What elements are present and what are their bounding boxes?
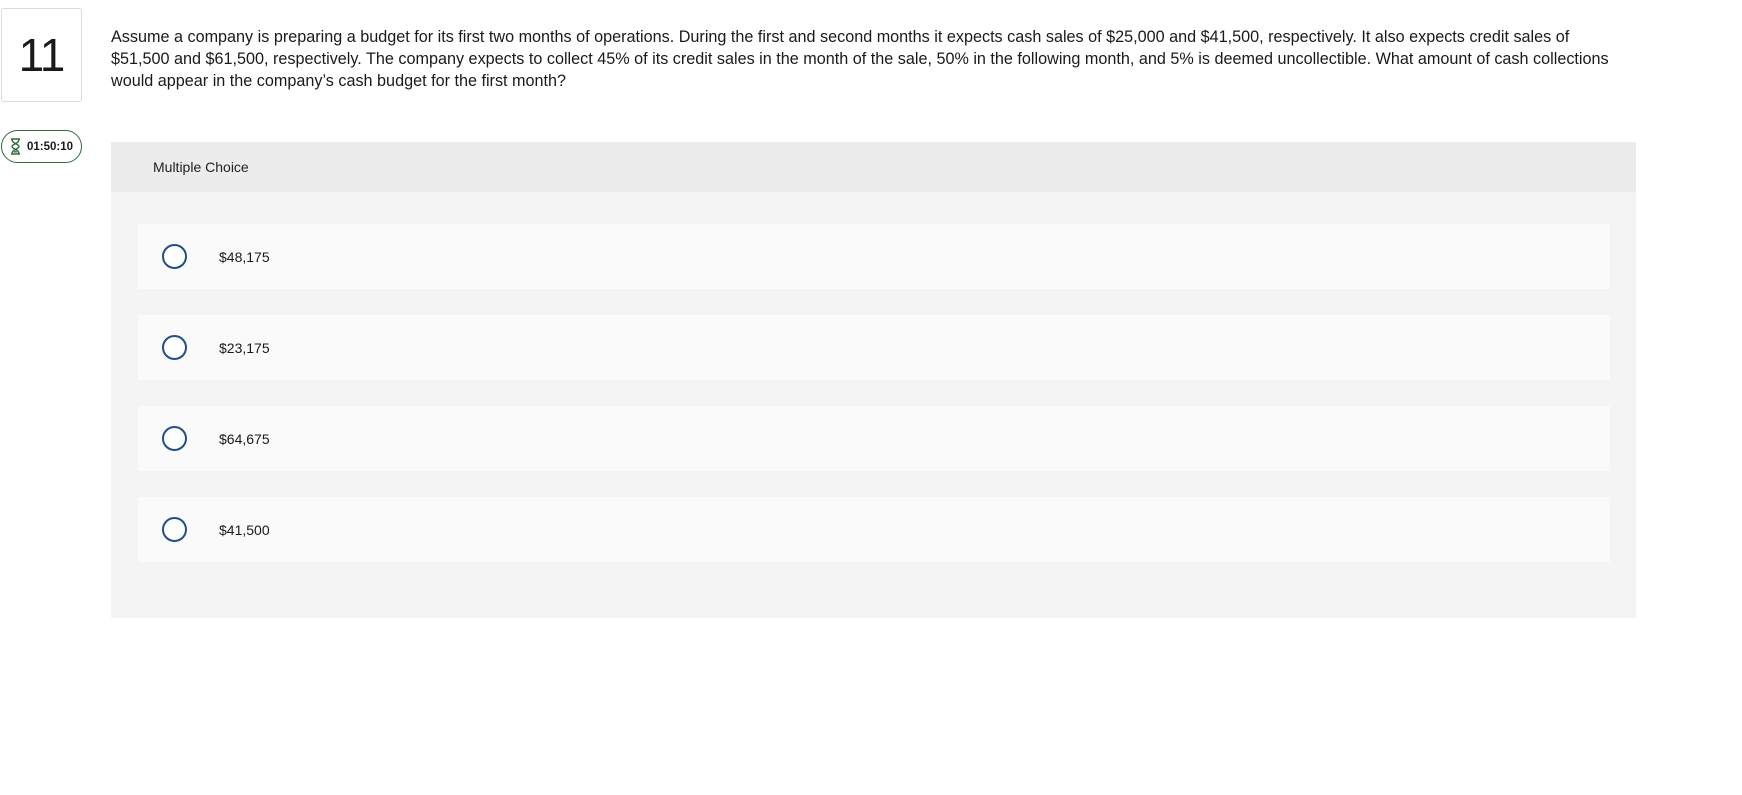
radio-button[interactable] xyxy=(162,244,187,269)
choice-label: $23,175 xyxy=(219,339,270,356)
choice-option-4[interactable]: $41,500 xyxy=(138,497,1610,562)
timer-badge: 01:50:10 xyxy=(1,130,82,163)
timer-value: 01:50:10 xyxy=(26,140,74,153)
question-text: Assume a company is preparing a budget f… xyxy=(111,28,1609,90)
question-number: 11 xyxy=(18,29,66,81)
choice-label: $48,175 xyxy=(219,248,270,265)
hourglass-icon xyxy=(10,138,21,155)
choice-label: $41,500 xyxy=(219,521,270,538)
radio-button[interactable] xyxy=(162,517,187,542)
choice-option-1[interactable]: $48,175 xyxy=(138,224,1610,289)
choice-option-3[interactable]: $64,675 xyxy=(138,406,1610,471)
choice-option-2[interactable]: $23,175 xyxy=(138,315,1610,380)
choice-list: $48,175 $23,175 $64,675 $41,500 xyxy=(138,224,1610,588)
panel-header: Multiple Choice xyxy=(111,142,1636,192)
question-number-box: 11 xyxy=(1,8,82,102)
radio-button[interactable] xyxy=(162,335,187,360)
choice-label: $64,675 xyxy=(219,430,270,447)
radio-button[interactable] xyxy=(162,426,187,451)
answer-panel: Multiple Choice $48,175 $23,175 $64,675 … xyxy=(111,142,1636,618)
panel-title: Multiple Choice xyxy=(153,159,249,175)
